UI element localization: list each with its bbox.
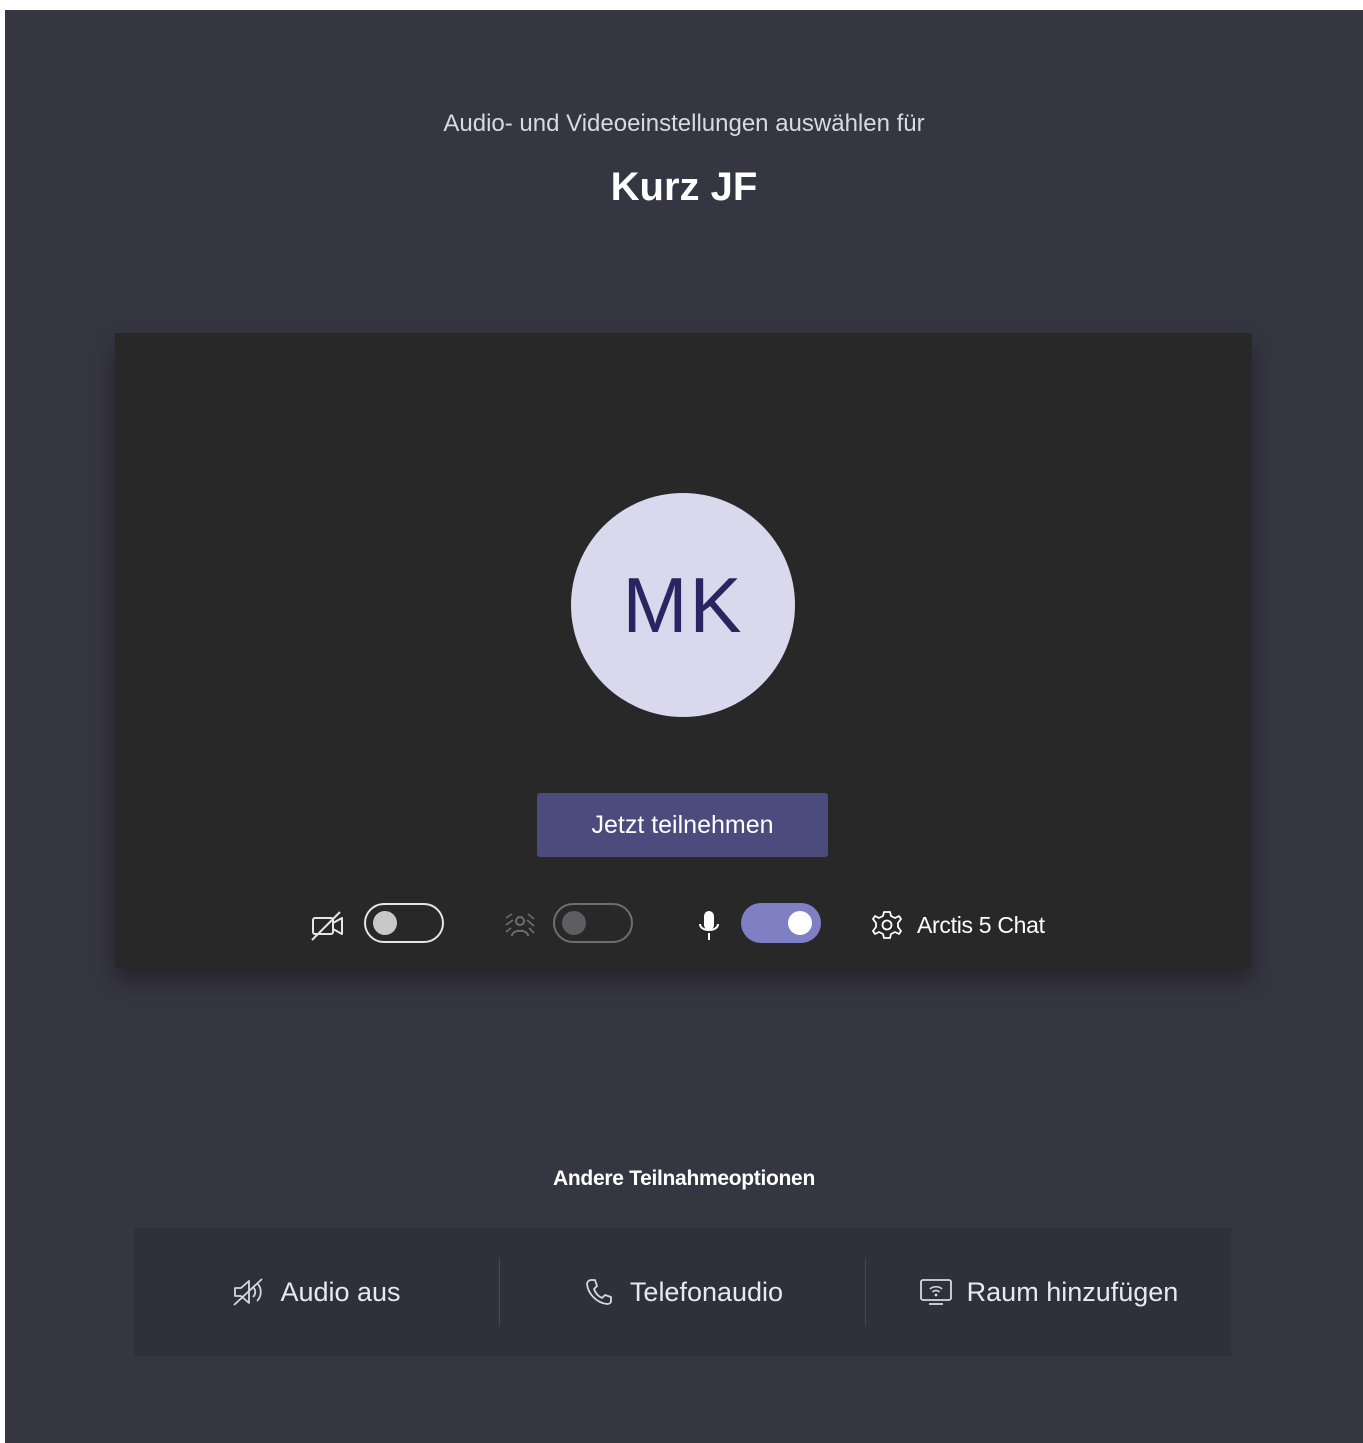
toggle-knob: [373, 911, 397, 935]
phone-audio-label: Telefonaudio: [629, 1276, 784, 1307]
audio-device-settings[interactable]: Arctis 5 Chat: [871, 903, 1045, 947]
prejoin-subtitle: Audio- und Videoeinstellungen auswählen …: [443, 110, 925, 137]
add-room-option[interactable]: Raum hinzufügen: [866, 1228, 1231, 1356]
other-join-options-title: Andere Teilnahmeoptionen: [553, 1167, 815, 1190]
microphone-icon: [692, 909, 726, 943]
background-blur-toggle[interactable]: [553, 903, 633, 943]
device-controls: Arctis 5 Chat: [115, 903, 1252, 947]
audio-off-option[interactable]: Audio aus: [134, 1228, 499, 1356]
microphone-toggle[interactable]: [741, 903, 821, 943]
add-room-label: Raum hinzufügen: [966, 1276, 1179, 1307]
avatar-initials: MK: [622, 560, 744, 649]
camera-off-icon: [311, 909, 345, 943]
meeting-title: Kurz JF: [610, 165, 758, 209]
other-join-options: Audio aus Telefonaudio Raum hinzufügen: [134, 1228, 1231, 1356]
speaker-off-icon: [232, 1275, 266, 1309]
room-cast-icon: [919, 1275, 953, 1309]
prejoin-screen: Audio- und Videoeinstellungen auswählen …: [5, 10, 1363, 1443]
join-now-button[interactable]: Jetzt teilnehmen: [537, 793, 828, 857]
toggle-knob: [562, 911, 586, 935]
video-preview-panel: MK Jetzt teilnehmen Arctis 5 Chat: [115, 333, 1252, 968]
phone-audio-option[interactable]: Telefonaudio: [500, 1228, 865, 1356]
audio-device-label: Arctis 5 Chat: [917, 911, 1045, 938]
phone-icon: [582, 1275, 616, 1309]
audio-off-label: Audio aus: [280, 1276, 401, 1307]
background-blur-icon: [503, 909, 537, 943]
toggle-knob: [788, 911, 812, 935]
gear-icon: [871, 909, 903, 941]
avatar: MK: [571, 493, 795, 717]
camera-toggle[interactable]: [364, 903, 444, 943]
